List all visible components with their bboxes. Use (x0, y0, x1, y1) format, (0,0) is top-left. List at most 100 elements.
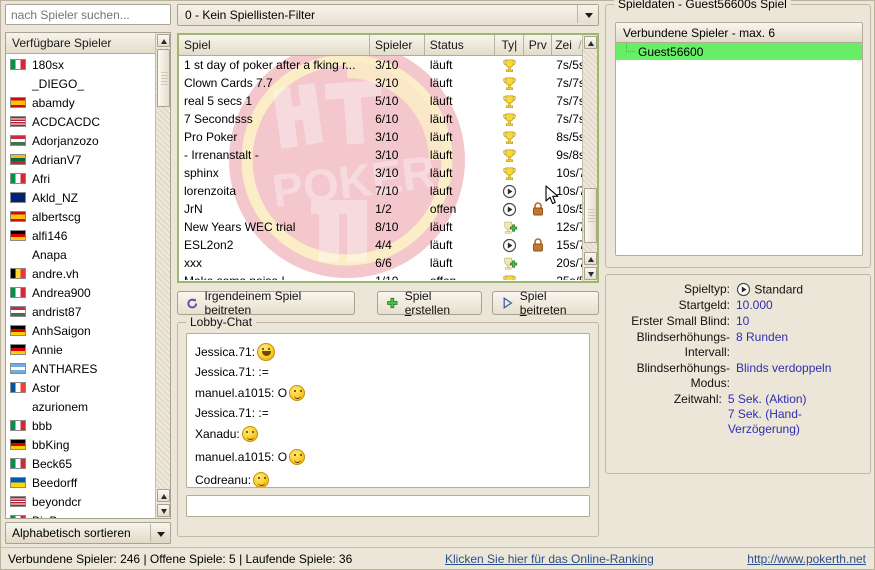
lock-icon (533, 202, 544, 216)
player-list-item[interactable]: andrist87 (6, 302, 157, 321)
player-list-item[interactable]: _DIEGO_ (6, 74, 157, 93)
game-detail-value-line: 7 Sek. (Hand-Verzögerung) (727, 407, 802, 437)
player-list-item[interactable]: AdrianV7 (6, 150, 157, 169)
flag-icon-de (10, 230, 26, 241)
game-data-group: Spieldaten - Guest56600s Spiel Verbunden… (605, 0, 871, 268)
game-list-scrollbar[interactable] (582, 35, 597, 281)
game-action-buttons: Irgendeinem Spiel beitreten Spiel erstel… (177, 289, 599, 317)
lobby-chat-input[interactable] (186, 495, 590, 517)
column-header-status[interactable]: Status (424, 35, 496, 55)
game-list-row[interactable]: lorenzoita 7/10 läuft 10s/7s (179, 182, 597, 200)
create-game-button[interactable]: Spiel erstellen (377, 289, 482, 317)
connected-player-row[interactable]: Guest56600 (616, 43, 862, 60)
player-list-item[interactable]: Adorjanzozo (6, 131, 157, 150)
chat-message-text: manuel.a1015: O (195, 385, 288, 400)
column-header-typ[interactable]: Ty| (495, 35, 525, 55)
game-list-row[interactable]: Make some noise !1/10offen25s/5s (179, 272, 597, 280)
online-ranking-link[interactable]: Klicken Sie hier für das Online-Ranking (445, 552, 654, 566)
column-header-spiel[interactable]: Spiel (179, 35, 371, 55)
player-list-item[interactable]: albertscg (6, 207, 157, 226)
flag-icon-it (10, 458, 26, 469)
game-filter-dropdown-button[interactable] (577, 5, 598, 23)
game-player-count: 4/4 (375, 238, 392, 252)
trophy-icon (503, 59, 516, 72)
player-scroll-track[interactable] (156, 48, 170, 489)
player-scroll-down-button-upper[interactable] (157, 489, 170, 502)
player-name: 180sx (32, 57, 65, 72)
player-list-item[interactable]: Afri (6, 169, 157, 188)
player-list-item[interactable]: Beedorff (6, 473, 157, 492)
player-list-item[interactable]: bbKing (6, 435, 157, 454)
game-list-row[interactable]: Pro Poker 3/10 läuft 8s/5s (179, 128, 597, 146)
game-scroll-down-button[interactable] (584, 267, 597, 280)
player-list-item[interactable]: AnhSaigon (6, 321, 157, 340)
website-link[interactable]: http://www.pokerth.net (747, 552, 866, 566)
player-list-item[interactable]: abamdy (6, 93, 157, 112)
game-detail-value-line: 8 Runden (736, 330, 789, 345)
game-list-row[interactable]: - Irrenanstalt -3/10 läuft 9s/8s (179, 146, 597, 164)
player-list-item[interactable]: bbb (6, 416, 157, 435)
game-list-row[interactable]: JrN 1/2 offen 10s/5s (179, 200, 597, 218)
game-status: läuft (429, 94, 453, 108)
player-scroll-down-button[interactable] (157, 504, 170, 517)
game-list-row[interactable]: 7 Secondsss 6/10 läuft 7s/7s (179, 110, 597, 128)
lobby-chat-log[interactable]: Jessica.71: Jessica.71: := manuel.a1015: O… (186, 333, 590, 488)
plus-icon (387, 297, 398, 309)
game-detail-label: Startgeld: (678, 298, 730, 313)
game-type-cell (495, 201, 524, 216)
game-scroll-thumb[interactable] (584, 188, 597, 243)
game-scroll-up-button[interactable] (584, 36, 597, 49)
player-list-item[interactable]: Akld_NZ (6, 188, 157, 207)
game-list-row[interactable]: Clown Cards 7.7 3/10 läuft 7s/7s (179, 74, 597, 92)
player-list-item[interactable]: ACDCACDC (6, 112, 157, 131)
game-scroll-step-up-button[interactable] (584, 252, 597, 265)
sort-dropdown[interactable]: Alphabetisch sortieren (5, 522, 171, 544)
available-players-body[interactable]: 180sx _DIEGO_ abamdy ACDCACDC Adorjanzozo Adr… (6, 55, 157, 518)
game-name: Clown Cards 7.7 (184, 76, 273, 90)
game-type-cell (495, 129, 524, 144)
player-list-item[interactable]: andre.vh (6, 264, 157, 283)
game-list-row[interactable]: 1 st day of poker after a fking r... 3/10… (179, 56, 597, 74)
game-player-count: 3/10 (375, 130, 399, 144)
game-list-row[interactable]: sphinx 3/10 läuft 10s/7s (179, 164, 597, 182)
game-status: offen (425, 274, 496, 280)
connected-players-rows[interactable]: Guest56600 (616, 43, 862, 60)
player-list-item[interactable]: 180sx (6, 55, 157, 74)
game-status: läuft (429, 112, 453, 126)
game-list-rows[interactable]: 1 st day of poker after a fking r... 3/10… (179, 56, 597, 280)
available-players-list[interactable]: Verfügbare Spieler 180sx _DIEGO_ abamdy ACD… (5, 32, 171, 519)
chat-message-text: manuel.a1015: O (195, 449, 288, 464)
game-list-row[interactable]: ESL2on2 4/4 läuft 15s/7s (179, 236, 597, 254)
game-list-row[interactable]: real 5 secs 1 5/10 läuft 7s/7s (179, 92, 597, 110)
player-scroll-up-button[interactable] (157, 34, 170, 47)
player-list-item[interactable]: BigBeppe (6, 511, 157, 518)
smiley-smile-icon (241, 425, 258, 442)
available-players-header: Verfügbare Spieler (6, 33, 156, 54)
game-list-table[interactable]: POKER Spiel Spieler Status Ty| Prv Zei /… (177, 33, 599, 283)
column-header-spieler[interactable]: Spieler (370, 35, 425, 55)
player-scroll-thumb[interactable] (157, 49, 170, 107)
play-triangle-icon (503, 297, 513, 309)
player-list-item[interactable]: Beck65 (6, 454, 157, 473)
sort-dropdown-button[interactable] (150, 524, 169, 542)
player-list-item[interactable]: ANTHARES (6, 359, 157, 378)
player-list-item[interactable]: alfi146 (6, 226, 157, 245)
game-detail-value-line: 10.000 (736, 298, 773, 313)
player-list-item[interactable]: Anapa (6, 245, 157, 264)
game-filter-dropdown[interactable]: 0 - Kein Spiellisten-Filter (177, 4, 599, 26)
game-type-cell (495, 255, 524, 270)
player-list-item[interactable]: azurionem (6, 397, 157, 416)
player-list-item[interactable]: beyondcr (6, 492, 157, 511)
player-list-scrollbar[interactable] (155, 33, 170, 518)
connected-players-tree[interactable]: Verbundene Spieler - max. 6 Guest56600 (615, 22, 863, 256)
join-any-game-button[interactable]: Irgendeinem Spiel beitreten (177, 289, 355, 317)
chat-message: Jessica.71: (195, 341, 589, 362)
search-input[interactable] (5, 4, 171, 25)
player-list-item[interactable]: Andrea900 (6, 283, 157, 302)
column-header-prv[interactable]: Prv (524, 35, 553, 55)
player-list-item[interactable]: Annie (6, 340, 157, 359)
game-list-row[interactable]: xxx 6/6 läuft 20s/7s (179, 254, 597, 272)
join-game-button[interactable]: Spiel beitreten (492, 289, 599, 317)
player-list-item[interactable]: Astor (6, 378, 157, 397)
game-list-row[interactable]: New Years WEC trial 8/10 läuft 12s/7s (179, 218, 597, 236)
